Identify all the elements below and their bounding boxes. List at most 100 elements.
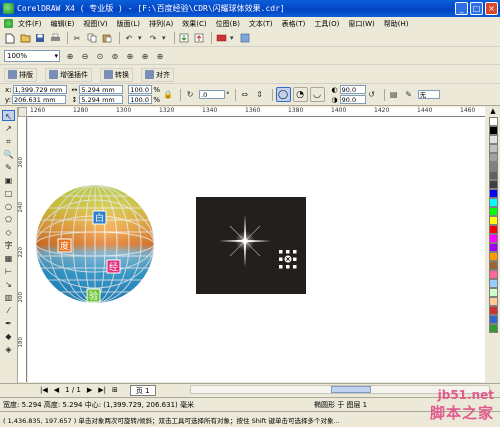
menu-text[interactable]: 文本(T) [249,19,273,29]
dark-sparkle-panel[interactable] [196,197,306,294]
menu-help[interactable]: 帮助(H) [384,19,409,29]
palette-swatch[interactable] [488,162,498,171]
palette-swatch[interactable] [488,153,498,162]
zoom-all-objects-icon[interactable]: ⊚ [109,50,121,62]
palette-swatch[interactable] [488,234,498,243]
end-angle-input[interactable]: 90.0 [339,95,366,104]
app-launcher-dropdown-icon[interactable]: ▾ [230,34,239,42]
copy-icon[interactable] [86,32,98,44]
welcome-screen-icon[interactable] [239,32,251,44]
palette-swatch[interactable] [488,180,498,189]
palette-swatch[interactable] [488,306,498,315]
menu-edit[interactable]: 编辑(E) [51,19,75,29]
export-icon[interactable] [193,32,205,44]
page-tab-1[interactable]: 页 1 [129,384,156,396]
palette-swatch[interactable] [488,279,498,288]
smart-fill-tool-icon[interactable]: ▣ [2,175,15,186]
palette-swatch[interactable] [488,216,498,225]
palette-swatch[interactable] [488,207,498,216]
palette-swatch[interactable] [488,261,498,270]
pick-tool-icon[interactable]: ↖ [2,110,15,121]
redo-icon[interactable]: ↷ [147,32,159,44]
menu-tools[interactable]: 工具(O) [314,19,339,29]
rotation-input[interactable]: .0 [199,90,226,99]
zoom-page-icon[interactable]: ⊕ [124,50,136,62]
new-icon[interactable] [4,32,16,44]
palette-swatch[interactable] [488,117,498,126]
typeset-button[interactable]: 排版 [4,67,37,82]
document-menu-icon[interactable] [4,19,13,28]
zoom-page-height-icon[interactable]: ⊕ [154,50,166,62]
rotate-icon[interactable]: ↻ [184,89,196,101]
horizontal-scrollbar[interactable] [190,385,490,394]
rectangle-tool-icon[interactable]: □ [2,188,15,199]
x-position-input[interactable]: 1,399.729 mm [12,85,67,94]
palette-swatch[interactable] [488,288,498,297]
sphere-label-jing[interactable]: 经 [106,259,121,274]
palette-swatch[interactable] [488,135,498,144]
zoom-in-icon[interactable]: ⊕ [64,50,76,62]
vertical-ruler[interactable]: 260 240 220 200 180 [18,117,27,382]
cut-icon[interactable]: ✂ [71,32,83,44]
menu-bitmaps[interactable]: 位图(B) [216,19,240,29]
menu-layout[interactable]: 版面(L) [117,19,140,29]
shape-tool-icon[interactable]: ↗ [2,123,15,134]
print-icon[interactable] [49,32,61,44]
palette-swatch[interactable] [488,198,498,207]
menu-arrange[interactable]: 排列(A) [149,19,173,29]
direction-icon[interactable]: ↺ [366,89,378,101]
ellipse-tool-icon[interactable]: ○ [2,201,15,212]
zoom-tool-icon[interactable]: 🔍 [2,149,15,160]
next-page-icon[interactable]: ▶ [87,386,92,394]
basic-shapes-tool-icon[interactable]: ◇ [2,227,15,238]
mirror-vertical-icon[interactable]: ⇕ [254,89,266,101]
palette-swatch[interactable] [488,243,498,252]
text-tool-icon[interactable]: 字 [2,240,15,251]
save-icon[interactable] [34,32,46,44]
selection-handles[interactable] [279,250,297,269]
wrap-text-icon[interactable]: ▤ [388,89,400,101]
menu-window[interactable]: 窗口(W) [348,19,374,29]
minimize-button[interactable]: _ [455,2,468,15]
prev-page-icon[interactable]: ◀ [54,386,59,394]
mirror-horizontal-icon[interactable]: ⇔ [239,89,251,101]
last-page-icon[interactable]: ▶| [98,386,106,394]
pie-button[interactable]: ◔ [292,87,308,102]
palette-swatch[interactable] [488,270,498,279]
menu-effects[interactable]: 效果(C) [182,19,206,29]
palette-swatch[interactable] [488,297,498,306]
sphere-label-yan[interactable]: 验 [86,288,101,303]
freehand-tool-icon[interactable]: ✎ [2,162,15,173]
sphere-label-du[interactable]: 度 [57,238,72,253]
menu-view[interactable]: 视图(V) [83,19,107,29]
menu-table[interactable]: 表格(T) [282,19,306,29]
table-tool-icon[interactable]: ▦ [2,253,15,264]
outline-width-select[interactable]: 无 [417,90,440,99]
app-launcher-icon[interactable] [215,32,227,44]
ellipse-button[interactable]: ◯ [275,87,291,102]
dimension-tool-icon[interactable]: ⊢ [2,266,15,277]
menu-file[interactable]: 文件(F) [18,19,42,29]
undo-icon[interactable]: ↶ [123,32,135,44]
crop-tool-icon[interactable]: ⌗ [2,136,15,147]
horizontal-ruler[interactable]: 1260 1280 1300 1320 1340 1360 1380 1400 … [18,107,485,117]
width-input[interactable]: 5.294 mm [79,85,124,94]
palette-swatch[interactable] [488,252,498,261]
zoom-out-icon[interactable]: ⊖ [79,50,91,62]
y-position-input[interactable]: 206.631 mm [12,95,66,104]
arc-button[interactable]: ◡ [309,87,325,102]
zoom-level-select[interactable]: 100% [4,50,60,62]
undo-dropdown-icon[interactable]: ▾ [138,34,147,42]
palette-swatch[interactable] [488,144,498,153]
lock-ratio-icon[interactable]: 🔒 [162,89,174,101]
scale-x-input[interactable]: 100.0 [128,85,153,94]
palette-swatch[interactable] [488,126,498,135]
open-icon[interactable] [19,32,31,44]
redo-dropdown-icon[interactable]: ▾ [162,34,171,42]
first-page-icon[interactable]: |◀ [40,386,48,394]
align-button[interactable]: 对齐 [141,67,174,82]
convert-button[interactable]: 转换 [100,67,133,82]
connector-tool-icon[interactable]: ↘ [2,279,15,290]
start-angle-input[interactable]: 90.0 [339,85,366,94]
zoom-page-width-icon[interactable]: ⊕ [139,50,151,62]
